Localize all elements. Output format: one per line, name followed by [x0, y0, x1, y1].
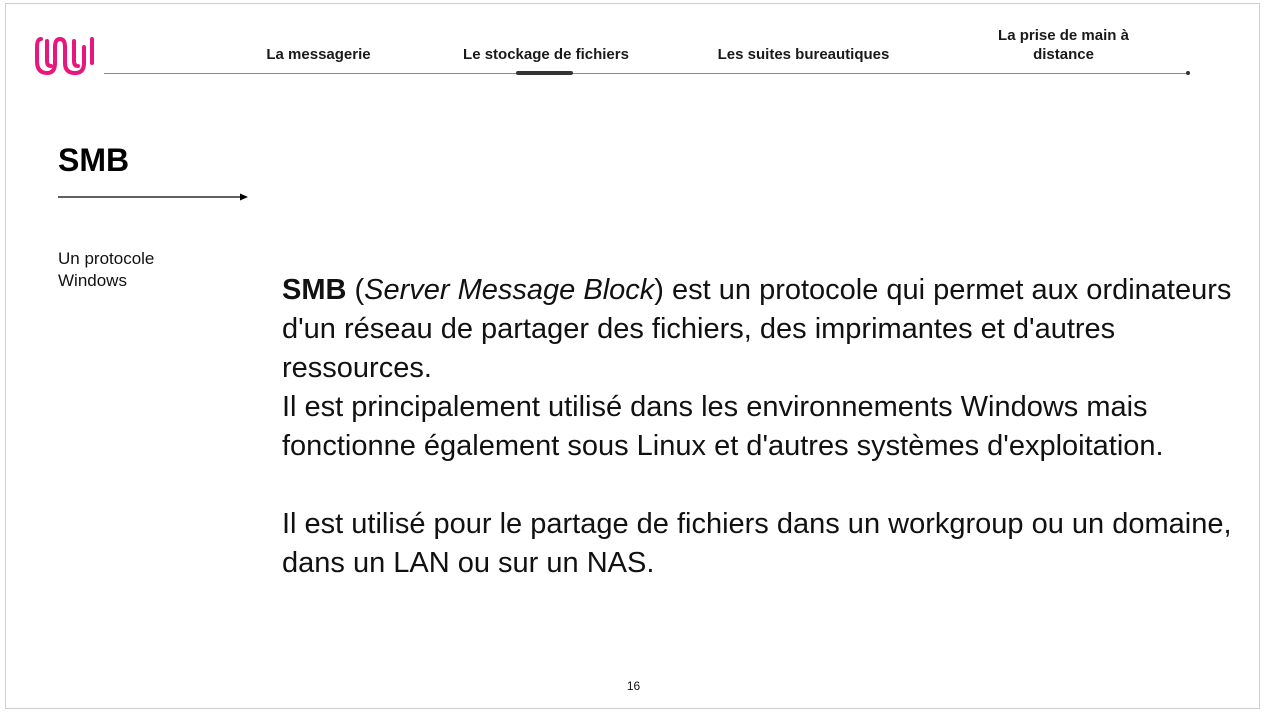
page-title: SMB	[58, 142, 130, 178]
side-label: Un protocole Windows	[58, 248, 218, 292]
nav-end-dot	[1186, 71, 1190, 75]
nav-divider	[104, 73, 1188, 74]
nav-item-prise-de-main[interactable]: La prise de main à distance	[971, 26, 1156, 64]
page-number: 16	[626, 679, 641, 693]
side-label-line-2: Windows	[58, 271, 127, 290]
nav-item-suites[interactable]: Les suites bureautiques	[696, 45, 911, 64]
active-tab-indicator	[516, 71, 573, 75]
nav-item-stockage[interactable]: Le stockage de fichiers	[446, 45, 646, 64]
smb-expansion: Server Message Block	[364, 274, 655, 306]
arrow-right-icon	[58, 193, 248, 201]
slide: La messagerie Le stockage de fichiers Le…	[5, 3, 1260, 709]
smb-bold: SMB	[282, 274, 347, 306]
nav-item-prise-label-1: La prise de main à	[998, 27, 1129, 44]
nav-item-prise-label-2: distance	[1033, 46, 1094, 63]
body-text: SMB (Server Message Block) est un protoc…	[282, 271, 1242, 583]
brand-logo-icon	[35, 36, 94, 76]
paragraph-1: SMB (Server Message Block) est un protoc…	[282, 271, 1242, 388]
nav-item-messagerie[interactable]: La messagerie	[226, 45, 411, 64]
paragraph-1-line-2: Il est principalement utilisé dans les e…	[282, 391, 1164, 462]
paragraph-2: Il est utilisé pour le partage de fichie…	[282, 508, 1232, 579]
open-paren: (	[346, 274, 365, 306]
side-label-line-1: Un protocole	[58, 249, 155, 268]
